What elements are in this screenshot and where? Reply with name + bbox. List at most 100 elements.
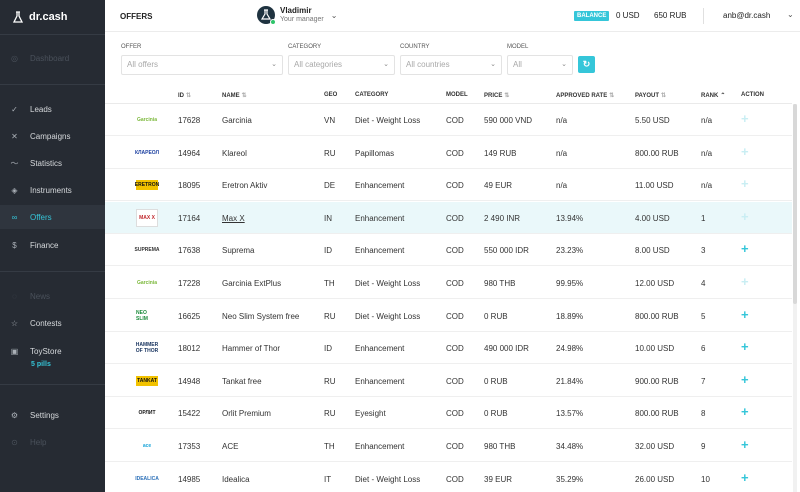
cell-model: COD [446, 311, 464, 321]
sidebar-item-news[interactable]: ◌ News [0, 284, 105, 308]
cell-name[interactable]: ACE [222, 442, 238, 451]
cell-geo: RU [324, 148, 336, 158]
cell-name[interactable]: Neo Slim System free [222, 312, 299, 321]
add-offer-button[interactable]: + [741, 340, 749, 354]
cell-rank: 6 [701, 344, 706, 354]
table-row[interactable]: КЛАРЕОЛ 14964 Klareol RU Papillomas COD 149 RU… [105, 137, 792, 169]
cell-payout: 8.00 USD [635, 246, 670, 256]
table-row[interactable]: HAMMER OF THOR 18012 Hammer of Thor ID Enhan… [105, 332, 792, 365]
chevron-down-icon: ⌄ [383, 61, 389, 68]
add-offer-button[interactable]: + [741, 470, 749, 485]
cell-payout: 800.00 RUB [635, 409, 679, 419]
sidebar-item-dashboard[interactable]: ◎ Dashboard [0, 46, 105, 70]
cell-name[interactable]: Hammer of Thor [222, 344, 280, 353]
sidebar-item-label: Leads [30, 104, 52, 114]
scrollbar-thumb[interactable] [793, 104, 797, 304]
column-header-payout[interactable]: PAYOUT ⇅ [635, 92, 666, 99]
add-offer-button[interactable]: + [741, 275, 749, 289]
table-row[interactable]: SUPREMA 17638 Suprema ID Enhancement COD 550 0… [105, 234, 792, 267]
add-offer-button[interactable]: + [741, 242, 749, 256]
country-filter-label: COUNTRY [400, 44, 430, 50]
user-menu[interactable]: anb@dr.cash [723, 11, 770, 20]
offer-filter-select[interactable]: All offers ⌄ [121, 55, 283, 75]
cell-name[interactable]: Tankat free [222, 377, 262, 386]
sidebar-item-label: Help [30, 437, 47, 447]
product-logo: КЛАРЕОЛ [134, 149, 160, 156]
cell-category: Diet - Weight Loss [355, 116, 421, 125]
cell-name[interactable]: Garcinia [222, 116, 252, 125]
cell-name[interactable]: Suprema [222, 246, 254, 255]
add-offer-button[interactable]: + [741, 405, 749, 419]
sidebar-item-offers[interactable]: ∞ Offers [0, 205, 105, 229]
refresh-icon: ↻ [582, 59, 591, 69]
cell-approved-rate: 99.95% [556, 279, 584, 288]
manager-dropdown[interactable]: Vladimir Your manager ⌄ [257, 6, 337, 25]
sidebar-item-contests[interactable]: ☆ Contests [0, 311, 105, 335]
column-header-approved-rate[interactable]: APPROVED RATE ⇅ [556, 92, 614, 99]
cell-geo: VN [324, 116, 336, 125]
product-logo: ace [142, 443, 152, 449]
cell-price: 2 490 INR [484, 213, 521, 223]
column-header-id[interactable]: ID ⇅ [178, 92, 191, 99]
sidebar-item-instruments[interactable]: ◈ Instruments [0, 178, 105, 202]
table-row[interactable]: NEO SLIM 16625 Neo Slim System free RU Diet … [105, 300, 792, 332]
category-filter-select[interactable]: All categories ⌄ [288, 55, 395, 75]
cell-rank: n/a [701, 116, 713, 125]
cell-name[interactable]: Max X [222, 214, 245, 223]
brand-logo[interactable]: dr.cash [12, 9, 68, 25]
add-offer-button[interactable]: + [741, 307, 749, 322]
add-offer-button[interactable]: + [741, 372, 749, 387]
sidebar-item-statistics[interactable]: 〜 Statistics [0, 151, 105, 175]
refresh-button[interactable]: ↻ [578, 56, 595, 73]
table-row[interactable]: ОРЛИТ 15422 Orlit Premium RU Eyesight COD 0 RU… [105, 397, 792, 430]
cell-payout: 12.00 USD [635, 279, 675, 288]
table-row[interactable]: Garcinia 17228 Garcinia ExtPlus TH Diet - We… [105, 267, 792, 299]
cell-category: Enhancement [355, 181, 405, 191]
column-header-name[interactable]: NAME ⇅ [222, 92, 247, 99]
country-filter-select[interactable]: All countries ⌄ [400, 55, 502, 75]
cell-id: 14964 [178, 148, 201, 158]
table-row[interactable]: Garcinia 17628 Garcinia VN Diet - Weight Los… [105, 104, 792, 136]
add-offer-button[interactable]: + [741, 209, 749, 224]
cell-name[interactable]: Idealica [222, 475, 250, 484]
cell-rank: 4 [701, 279, 706, 288]
cell-id: 14948 [178, 376, 201, 386]
chevron-down-icon[interactable]: ⌄ [787, 10, 794, 19]
cell-geo: IN [324, 213, 332, 223]
cell-model: COD [446, 344, 464, 354]
add-offer-button[interactable]: + [741, 144, 749, 159]
table-row[interactable]: TANKAT 14948 Tankat free RU Enhancement COD 0 … [105, 365, 792, 397]
cell-name[interactable]: Garcinia ExtPlus [222, 279, 281, 288]
check-icon: ✓ [11, 104, 18, 114]
table-row[interactable]: IDEALICA 14985 Idealica IT Diet - Weight Los… [105, 463, 792, 492]
sidebar-item-toystore[interactable]: ▣ ToyStore [0, 339, 105, 363]
manager-role: Your manager [280, 16, 324, 23]
cell-price: 0 RUB [484, 376, 508, 386]
model-filter-select[interactable]: All ⌄ [507, 55, 573, 75]
table-row[interactable]: ace 17353 ACE TH Enhancement COD 980 THB 34.48%… [105, 430, 792, 462]
sidebar-item-campaigns[interactable]: ✕ Campaigns [0, 124, 105, 148]
add-offer-button[interactable]: + [741, 438, 749, 452]
add-offer-button[interactable]: + [741, 112, 749, 126]
cell-name[interactable]: Eretron Aktiv [222, 181, 267, 190]
add-offer-button[interactable]: + [741, 177, 749, 191]
cell-id: 18095 [178, 181, 201, 191]
sidebar-item-help[interactable]: ⊙ Help [0, 430, 105, 454]
gear-icon: ⚙ [10, 410, 19, 420]
bell-icon: ◌ [12, 291, 17, 301]
column-header-price[interactable]: PRICE ⇅ [484, 92, 509, 99]
model-filter-label: MODEL [507, 44, 529, 50]
column-header-rank[interactable]: RANK ⌃ [701, 92, 725, 99]
table-scrollbar[interactable] [793, 104, 797, 492]
sidebar-item-settings[interactable]: ⚙ Settings [0, 403, 105, 427]
sidebar-item-leads[interactable]: ✓ Leads [0, 97, 105, 121]
sidebar-item-finance[interactable]: $ Finance [0, 233, 105, 257]
balance-badge: BALANCE [574, 11, 610, 21]
cell-name[interactable]: Klareol [222, 149, 247, 158]
table-row[interactable]: ERETRON 18095 Eretron Aktiv DE Enhancement CO… [105, 169, 792, 202]
table-row[interactable]: MAX X 17164 Max X IN Enhancement COD 2 490 INR… [105, 201, 792, 234]
top-header: OFFERS Vladimir Your manager ⌄ BALANCE 0… [105, 0, 800, 32]
cell-name[interactable]: Orlit Premium [222, 409, 271, 418]
chart-line-icon: 〜 [10, 158, 19, 168]
toystore-pills-count: 5 pills [31, 361, 51, 368]
